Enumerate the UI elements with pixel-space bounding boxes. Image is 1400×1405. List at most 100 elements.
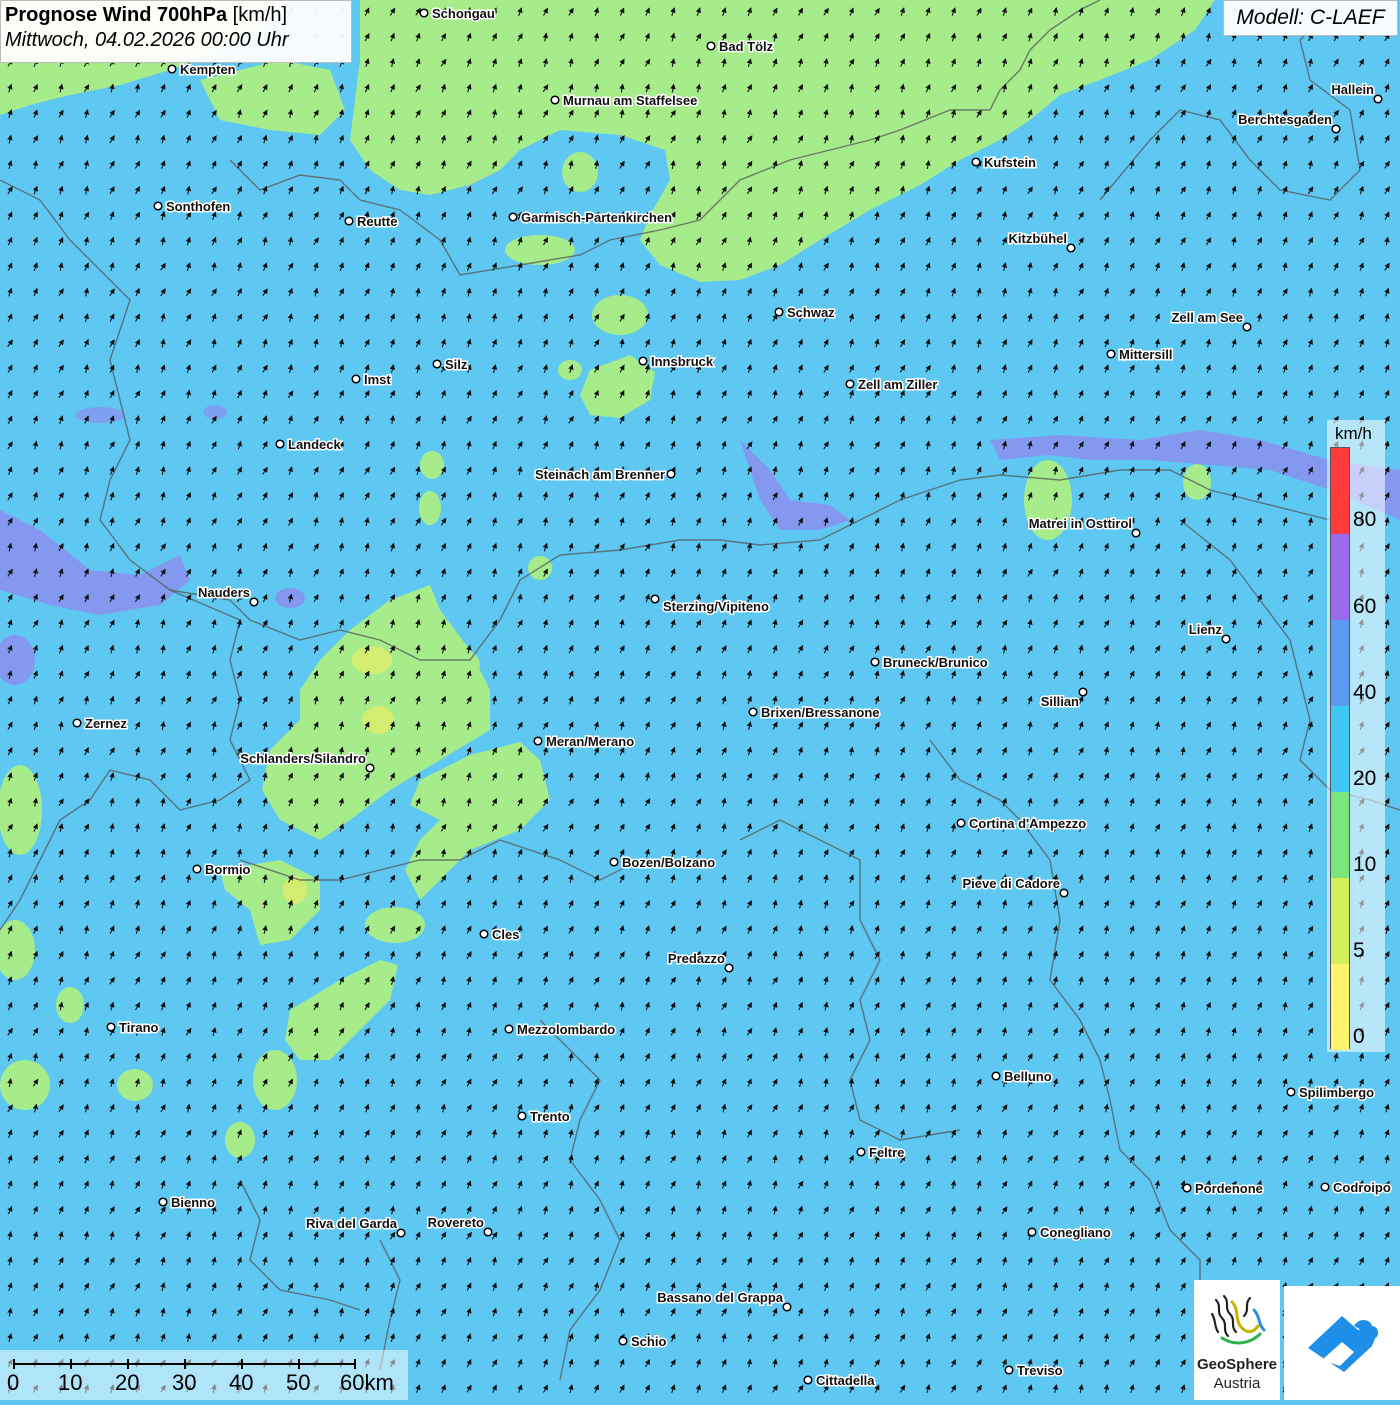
city-dot[interactable] <box>396 1228 406 1238</box>
city-dot[interactable] <box>706 41 716 51</box>
city-dot[interactable] <box>192 864 202 874</box>
city-label: Pordenone <box>1195 1181 1263 1196</box>
city-dot[interactable] <box>72 718 82 728</box>
city-dot[interactable] <box>724 963 734 973</box>
map-datetime: Mittwoch, 04.02.2026 00:00 Uhr <box>5 29 289 51</box>
city-label: Hallein <box>1331 82 1374 97</box>
wind-map[interactable]: Schongau Bad Tölz Kempten Murnau am Staffel… <box>0 0 1400 1400</box>
map-title-unit: [km/h] <box>232 4 288 26</box>
city-label: Cles <box>492 927 519 942</box>
city-label: Matrei in Osttirol <box>1029 516 1132 531</box>
city-dot[interactable] <box>1004 1365 1014 1375</box>
very-calm-spot-1 <box>352 646 392 674</box>
legend-seg-10 <box>1331 792 1349 878</box>
city-marker[interactable]: Schongau <box>419 5 496 23</box>
city-dot[interactable] <box>1106 349 1116 359</box>
city-dot[interactable] <box>1221 634 1231 644</box>
city-dot[interactable] <box>782 1302 792 1312</box>
legend-color-bar <box>1330 447 1350 1050</box>
city-dot[interactable] <box>748 707 758 717</box>
city-dot[interactable] <box>845 379 855 389</box>
strong-area-nauders <box>275 588 305 608</box>
city-marker[interactable]: Sonthofen <box>153 198 232 216</box>
city-label: Bienno <box>171 1195 215 1210</box>
city-marker[interactable]: Cortina d'Ampezzo <box>956 815 1088 833</box>
city-dot[interactable] <box>971 157 981 167</box>
city-dot[interactable] <box>1078 687 1088 697</box>
map-title-box: Prognose Wind 700hPa [km/h] Mittwoch, 04… <box>0 0 352 63</box>
city-dot[interactable] <box>344 216 354 226</box>
city-dot[interactable] <box>365 763 375 773</box>
city-dot[interactable] <box>1320 1182 1330 1192</box>
city-dot[interactable] <box>249 597 259 607</box>
city-dot[interactable] <box>1331 124 1341 134</box>
city-dot[interactable] <box>504 1024 514 1034</box>
city-dot[interactable] <box>1182 1183 1192 1193</box>
city-marker[interactable]: Sterzing/Vipiteno <box>650 594 770 616</box>
city-dot[interactable] <box>1059 888 1069 898</box>
city-marker[interactable]: Spilimbergo <box>1286 1084 1376 1102</box>
city-marker[interactable]: Garmisch-Partenkirchen <box>508 209 674 227</box>
city-dot[interactable] <box>432 359 442 369</box>
calm-area-cles <box>365 907 425 943</box>
city-marker[interactable]: Murnau am Staffelsee <box>550 92 699 110</box>
city-dot[interactable] <box>483 1227 493 1237</box>
city-marker[interactable]: Conegliano <box>1027 1224 1112 1242</box>
city-marker[interactable]: Innsbruck <box>638 353 715 371</box>
calm-area-lienz <box>1183 464 1211 500</box>
city-label: Kempten <box>180 62 236 77</box>
city-dot[interactable] <box>803 1375 813 1385</box>
geosphere-logo-sub: Austria <box>1213 1375 1261 1392</box>
city-dot[interactable] <box>517 1111 527 1121</box>
city-label: Belluno <box>1004 1069 1052 1084</box>
city-label: Treviso <box>1017 1363 1063 1378</box>
city-dot[interactable] <box>550 95 560 105</box>
city-dot[interactable] <box>1131 528 1141 538</box>
city-dot[interactable] <box>508 212 518 222</box>
city-dot[interactable] <box>870 657 880 667</box>
city-dot[interactable] <box>956 818 966 828</box>
city-marker[interactable]: Steinach am Brenner <box>533 466 676 484</box>
city-label: Lienz <box>1189 622 1223 637</box>
city-marker[interactable]: Bozen/Bolzano <box>609 854 717 872</box>
legend-unit: km/h <box>1335 424 1372 443</box>
city-dot[interactable] <box>1027 1227 1037 1237</box>
city-dot[interactable] <box>479 929 489 939</box>
city-dot[interactable] <box>351 374 361 384</box>
city-dot[interactable] <box>533 736 543 746</box>
city-dot[interactable] <box>158 1197 168 1207</box>
city-label: Pieve di Cadore <box>962 876 1060 891</box>
city-dot[interactable] <box>106 1022 116 1032</box>
city-marker[interactable]: Meran/Merano <box>533 733 636 751</box>
city-marker[interactable]: Bruneck/Brunico <box>870 654 989 672</box>
city-dot[interactable] <box>618 1336 628 1346</box>
city-label: Garmisch-Partenkirchen <box>521 210 672 225</box>
city-dot[interactable] <box>609 857 619 867</box>
city-dot[interactable] <box>991 1071 1001 1081</box>
city-label: Schlanders/Silandro <box>240 751 366 766</box>
city-marker[interactable]: Brixen/Bressanone <box>748 704 881 722</box>
city-dot[interactable] <box>666 469 676 479</box>
city-dot[interactable] <box>650 594 660 604</box>
city-dot[interactable] <box>275 439 285 449</box>
city-dot[interactable] <box>419 8 429 18</box>
weather-app-logo-icon <box>1308 1316 1379 1372</box>
legend-label-0: 0 <box>1353 1025 1365 1048</box>
city-dot[interactable] <box>1066 243 1076 253</box>
city-dot[interactable] <box>856 1147 866 1157</box>
city-dot[interactable] <box>1373 94 1383 104</box>
city-marker[interactable]: Zell am Ziller <box>845 376 939 394</box>
city-dot[interactable] <box>1286 1087 1296 1097</box>
calm-area-west-5 <box>56 987 84 1023</box>
geosphere-logo[interactable]: GeoSphere Austria <box>1194 1280 1280 1400</box>
city-dot[interactable] <box>167 64 177 74</box>
city-dot[interactable] <box>153 201 163 211</box>
city-dot[interactable] <box>638 356 648 366</box>
city-marker[interactable]: Mezzolombardo <box>504 1021 617 1039</box>
weather-app-logo[interactable] <box>1284 1286 1400 1400</box>
city-dot[interactable] <box>1242 322 1252 332</box>
city-label: Steinach am Brenner <box>535 467 665 482</box>
city-marker[interactable]: Pordenone <box>1182 1180 1264 1198</box>
city-label: Mittersill <box>1119 347 1172 362</box>
city-dot[interactable] <box>774 307 784 317</box>
